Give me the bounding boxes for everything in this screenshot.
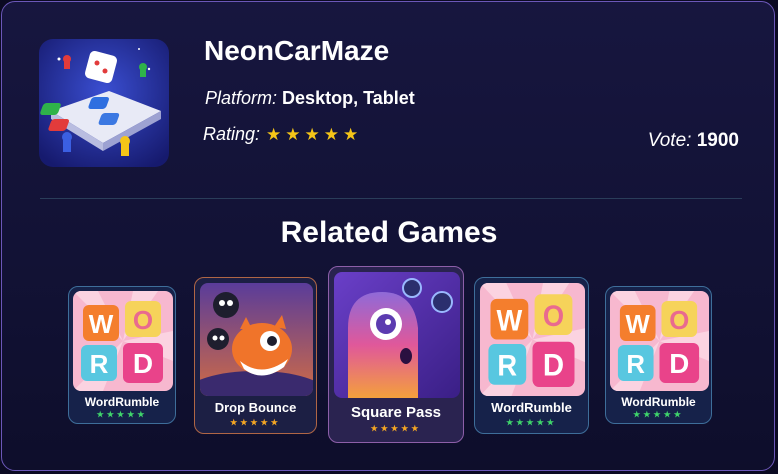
svg-text:O: O <box>669 307 689 335</box>
related-game-card[interactable]: W O R D WordRumble ★★★★★ <box>68 286 176 424</box>
svg-text:O: O <box>543 300 564 333</box>
svg-text:D: D <box>133 348 153 379</box>
related-game-stars: ★★★★★ <box>633 410 684 419</box>
svg-text:R: R <box>90 349 109 379</box>
svg-text:D: D <box>543 348 564 383</box>
related-game-name: WordRumble <box>491 400 572 415</box>
related-game-stars: ★★★★★ <box>370 424 422 433</box>
related-game-card[interactable]: Drop Bounce ★★★★★ <box>194 277 317 434</box>
related-game-stars: ★★★★★ <box>230 418 281 427</box>
platform-value: Desktop, Tablet <box>282 88 415 108</box>
svg-text:W: W <box>89 309 114 339</box>
rating-label: Rating: <box>203 124 261 144</box>
related-game-card[interactable]: W O R D WordRumble ★★★★★ <box>474 277 589 434</box>
svg-text:O: O <box>133 305 153 335</box>
platform-label: Platform: <box>205 88 278 108</box>
related-game-name: Drop Bounce <box>214 400 297 415</box>
word-rumble-art: W O R D <box>610 291 709 391</box>
related-game-stars: ★★★★★ <box>96 410 148 419</box>
drop-bounce-art <box>200 283 313 396</box>
related-game-name: Square Pass <box>350 404 442 421</box>
vote-count: 1900 <box>696 130 739 151</box>
related-game-stars: ★★★★★ <box>506 418 557 427</box>
svg-text:W: W <box>497 305 523 338</box>
related-game-name: WordRumble <box>621 395 696 409</box>
divider <box>40 198 742 199</box>
word-rumble-art: W O R D <box>73 291 173 391</box>
vote-label: Vote: <box>647 130 692 151</box>
svg-text:D: D <box>669 348 689 379</box>
game-thumbnail[interactable] <box>39 39 169 167</box>
related-games-heading: Related Games <box>280 216 498 249</box>
word-rumble-art: W O R D <box>480 283 585 396</box>
svg-text:R: R <box>626 351 645 379</box>
vote-info: Vote: 1900 <box>648 130 739 152</box>
rating-info: Rating: ★★★★★ <box>203 124 362 145</box>
square-pass-art <box>334 272 460 398</box>
related-game-card[interactable]: W O R D WordRumble ★★★★★ <box>605 286 712 424</box>
related-game-name: WordRumble <box>84 395 160 409</box>
related-game-card[interactable]: Square Pass ★★★★★ <box>328 266 464 443</box>
svg-text:W: W <box>626 311 651 339</box>
game-title: NeonCarMaze <box>204 35 390 66</box>
platform-info: Platform: Desktop, Tablet <box>205 88 415 109</box>
game-info-card: NeonCarMaze Platform: Desktop, Tablet Ra… <box>1 1 775 471</box>
svg-text:R: R <box>497 350 517 383</box>
rating-stars: ★★★★★ <box>266 124 363 144</box>
ludo-board-image <box>39 39 169 167</box>
